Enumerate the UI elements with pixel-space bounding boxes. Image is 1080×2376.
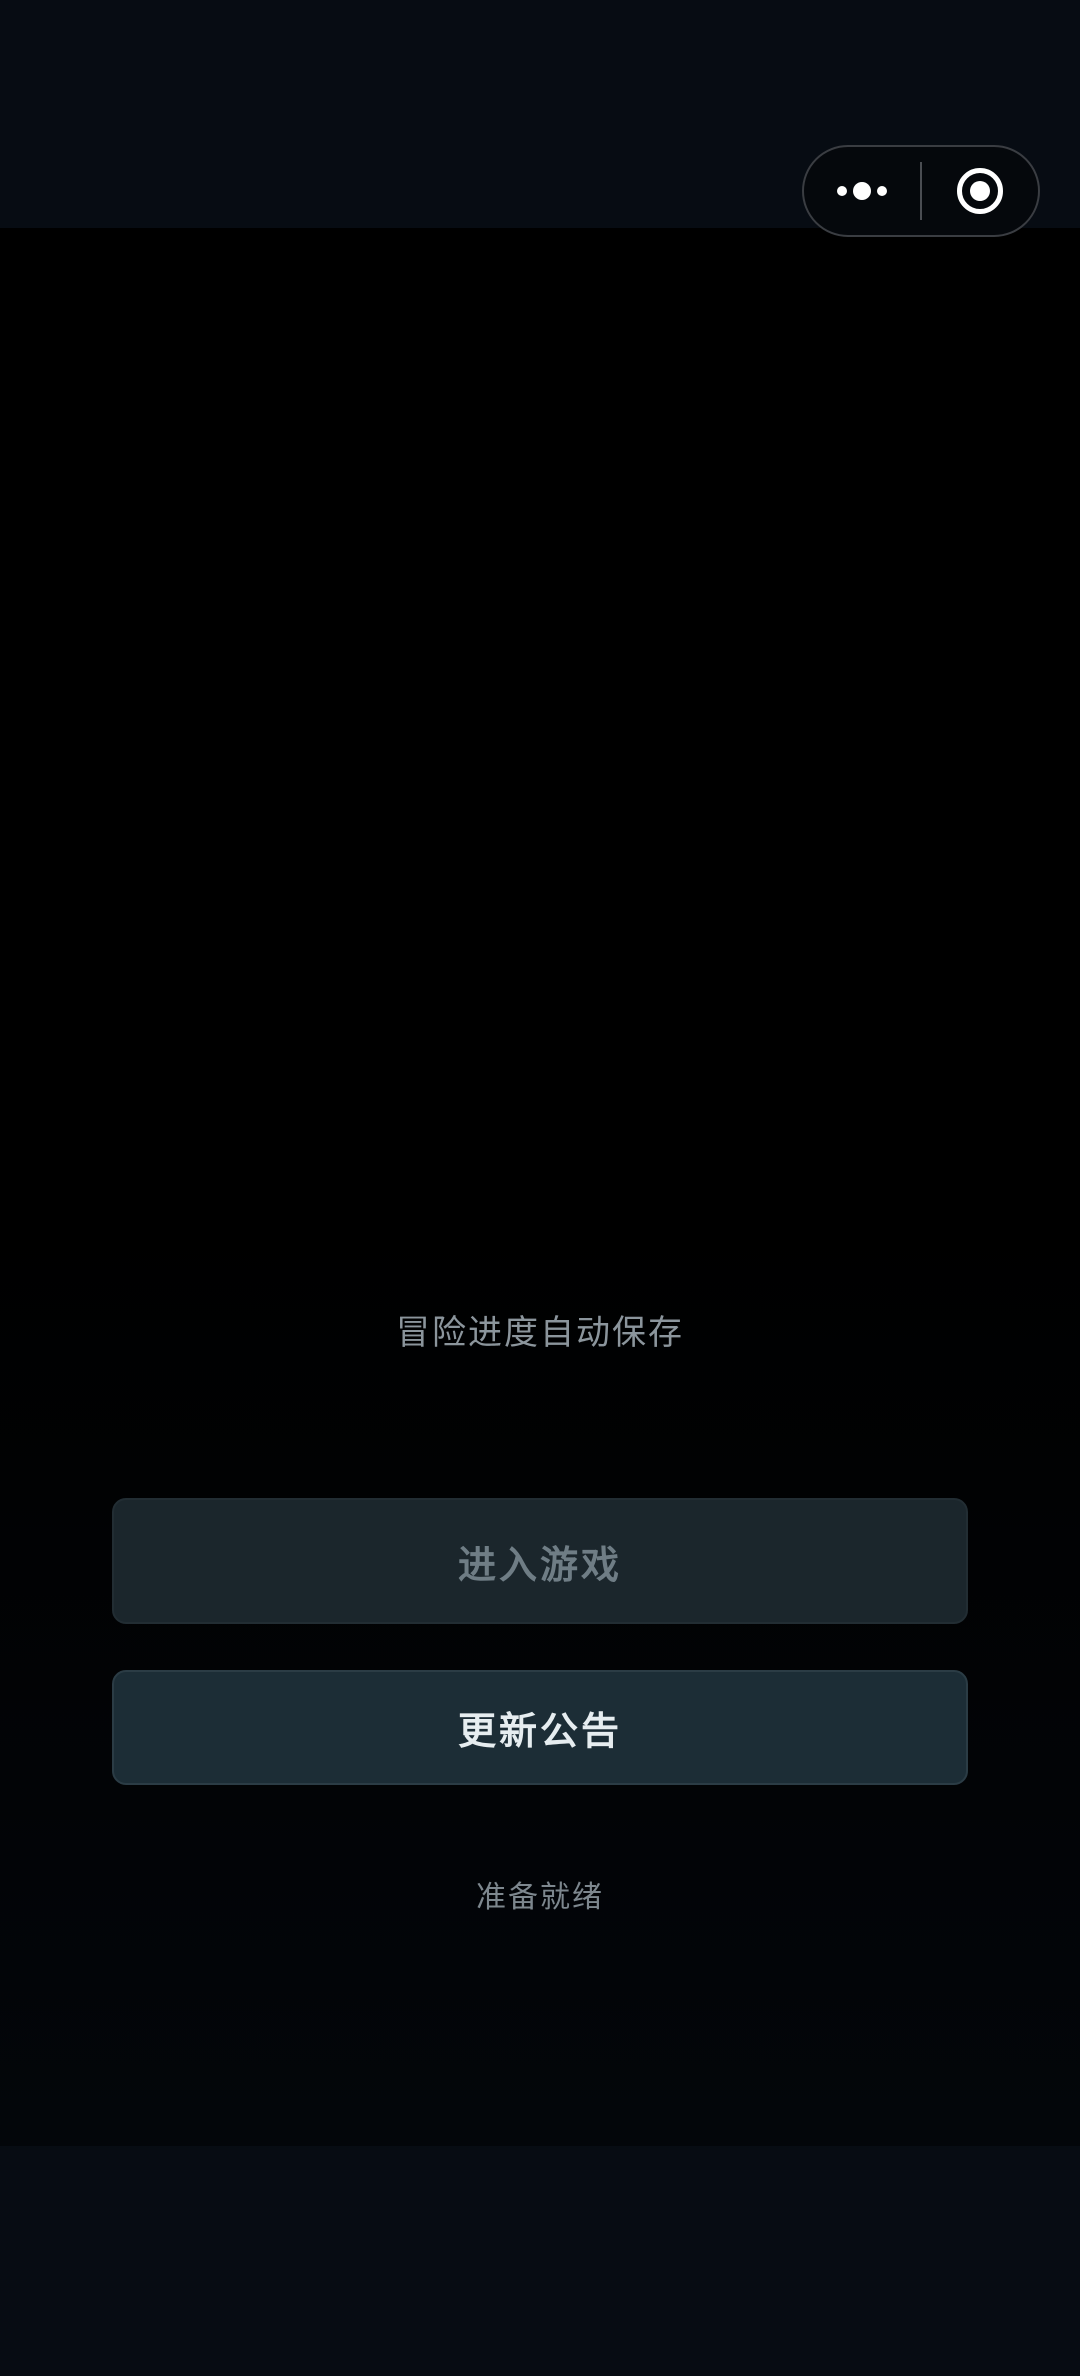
- autosave-hint: 冒险进度自动保存: [396, 1313, 684, 1353]
- close-button[interactable]: [922, 147, 1038, 235]
- more-dots-icon: [837, 182, 887, 200]
- update-notice-button[interactable]: 更新公告: [112, 1670, 968, 1785]
- status-text: 准备就绪: [476, 1880, 604, 1915]
- update-notice-label: 更新公告: [457, 1709, 622, 1753]
- mini-program-capsule: [802, 145, 1040, 237]
- bottom-bar: [0, 2146, 1080, 2376]
- more-button[interactable]: [804, 147, 920, 235]
- enter-game-label: 进入游戏: [457, 1542, 622, 1587]
- game-launch-screen: 冒险进度自动保存 进入游戏 更新公告 准备就绪: [0, 0, 1080, 2376]
- enter-game-button[interactable]: 进入游戏: [112, 1498, 968, 1624]
- target-close-icon: [956, 168, 1003, 214]
